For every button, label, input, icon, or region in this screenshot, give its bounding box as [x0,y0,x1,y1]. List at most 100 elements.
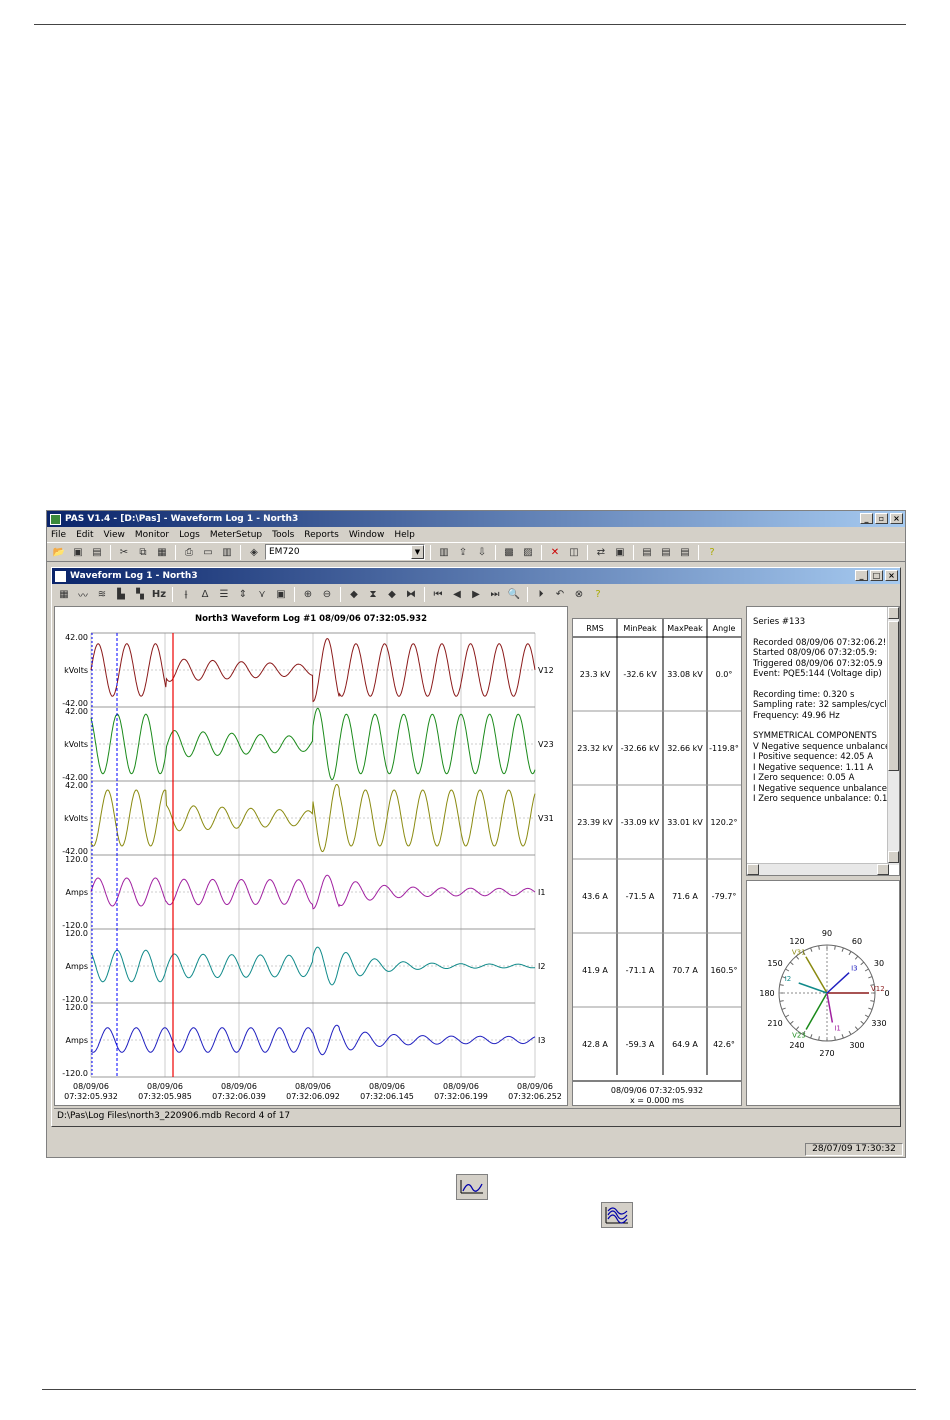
menu-metersetup[interactable]: MeterSetup [210,530,262,540]
next-record-icon[interactable]: ▶ [468,586,484,602]
phase-icon[interactable]: ⋎ [254,586,270,602]
spectrum-icon[interactable]: ▙ [113,586,129,602]
device-select[interactable]: EM720 ▼ [265,544,425,560]
waveform-icon[interactable]: 〰 [75,586,91,602]
undo-icon[interactable]: ↶ [552,586,568,602]
connect-icon[interactable]: ◈ [246,544,262,560]
phasor-vector [826,972,850,994]
vshrink-icon[interactable]: ⧗ [365,586,381,602]
cut-icon[interactable]: ✂ [116,544,132,560]
phasor-svg: 9060300330300270240210180150120V12V23V31… [759,929,889,1058]
upload-icon[interactable]: ⇪ [455,544,471,560]
export-icon[interactable]: ▣ [612,544,628,560]
waveform-chart[interactable]: North3 Waveform Log #1 08/09/06 07:32:05… [54,606,568,1106]
skip-icon[interactable]: ⏵ [533,586,549,602]
stop-icon[interactable]: ⊗ [571,586,587,602]
download-icon[interactable]: ⇩ [474,544,490,560]
app-icon [50,513,61,525]
child-close-button[interactable]: × [885,570,898,581]
restore-button[interactable]: ▫ [875,513,888,524]
properties-icon[interactable]: ▥ [219,544,235,560]
info-vscrollbar[interactable] [887,607,899,865]
menu-logs[interactable]: Logs [179,530,200,540]
minimize-button[interactable]: _ [860,513,873,524]
harmonics-icon[interactable]: ▚ [132,586,148,602]
find-icon[interactable]: 🔍 [506,586,522,602]
print-icon[interactable]: ⎙ [181,544,197,560]
phasor-tick [810,1034,813,1039]
paste-icon[interactable]: ▦ [154,544,170,560]
menu-file[interactable]: File [51,530,66,540]
table-cell: 41.9 A [582,966,608,975]
hshrink-icon[interactable]: ⧓ [403,586,419,602]
phasor-vector-label: I2 [785,975,792,983]
child-help-icon[interactable]: ? [590,586,606,602]
x-tick-time: 07:32:06.199 [434,1092,488,1101]
help-icon[interactable]: ? [704,544,720,560]
x-tick-date: 08/09/06 [147,1082,183,1091]
vzoom-icon[interactable]: ◆ [346,586,362,602]
graph-icon[interactable]: ▨ [520,544,536,560]
overlay-icon[interactable]: ≋ [94,586,110,602]
zoom-out-icon[interactable]: ⊖ [319,586,335,602]
zoom-in-icon[interactable]: ⊕ [300,586,316,602]
table-icon[interactable]: ▦ [56,586,72,602]
chevron-down-icon[interactable]: ▼ [411,545,424,559]
copy-icon[interactable]: ⧉ [135,544,151,560]
info-hscrollbar[interactable] [747,863,889,875]
child-minimize-button[interactable]: _ [855,570,868,581]
waveform-svg[interactable]: North3 Waveform Log #1 08/09/06 07:32:05… [55,607,567,1105]
menu-help[interactable]: Help [394,530,415,540]
open-icon[interactable]: 📂 [51,544,67,560]
list-icon[interactable]: ☰ [216,586,232,602]
app-titlebar[interactable]: PAS V1.4 - [D:\Pas] - Waveform Log 1 - N… [47,511,905,527]
x-tick-time: 07:32:06.092 [286,1092,340,1101]
child-maximize-button[interactable]: □ [870,570,883,581]
options-icon[interactable]: ▣ [273,586,289,602]
child-icon [55,570,66,582]
meter-icon[interactable]: ▥ [436,544,452,560]
menu-edit[interactable]: Edit [76,530,93,540]
table-cell: 23.3 kV [580,670,611,679]
save-icon[interactable]: ▣ [70,544,86,560]
table-cell: 70.7 A [672,966,698,975]
phasor-angle-label: 30 [874,959,884,968]
phasor-vector [805,992,828,1030]
menu-tools[interactable]: Tools [272,530,294,540]
scroll-down-icon[interactable] [888,851,899,863]
tou-icon[interactable]: ▤ [677,544,693,560]
save-all-icon[interactable]: ▤ [89,544,105,560]
chart-title: North3 Waveform Log #1 08/09/06 07:32:05… [195,614,427,624]
hzoom-icon[interactable]: ◆ [384,586,400,602]
scroll-thumb[interactable] [888,621,899,771]
delete-icon[interactable]: ✕ [547,544,563,560]
channel-name-label: V12 [538,666,554,675]
y-unit-label: kVolts [64,740,88,749]
menu-view[interactable]: View [104,530,125,540]
frequency-button[interactable]: Hz [151,586,167,602]
close-button[interactable]: × [890,513,903,524]
scroll-left-icon[interactable] [747,864,759,875]
sync-icon[interactable]: ⇄ [593,544,609,560]
scroll-right-icon[interactable] [877,864,889,875]
markers-icon[interactable]: ⫲ [178,586,194,602]
x-tick-date: 08/09/06 [73,1082,109,1091]
print-preview-icon[interactable]: ▭ [200,544,216,560]
menu-reports[interactable]: Reports [304,530,339,540]
first-record-icon[interactable]: ⏮ [430,586,446,602]
menu-monitor[interactable]: Monitor [135,530,169,540]
child-toolbar: ▦ 〰 ≋ ▙ ▚ Hz ⫲ Δ ☰ ⇕ ⋎ ▣ ⊕ ⊖ ◆ ⧗ ◆ ⧓ ⏮ ◀… [52,584,900,604]
prev-record-icon[interactable]: ◀ [449,586,465,602]
axis-icon[interactable]: ⇕ [235,586,251,602]
event-log-icon[interactable]: ▤ [658,544,674,560]
delta-icon[interactable]: Δ [197,586,213,602]
monitor-icon[interactable]: ▩ [501,544,517,560]
clear-icon[interactable]: ◫ [566,544,582,560]
x-tick-time: 07:32:06.145 [360,1092,414,1101]
child-titlebar[interactable]: Waveform Log 1 - North3 _ □ × [52,568,900,584]
menu-window[interactable]: Window [349,530,385,540]
gen-log-icon[interactable]: ▤ [639,544,655,560]
scroll-up-icon[interactable] [888,607,899,619]
last-record-icon[interactable]: ⏭ [487,586,503,602]
phasor-tick [818,1036,820,1041]
